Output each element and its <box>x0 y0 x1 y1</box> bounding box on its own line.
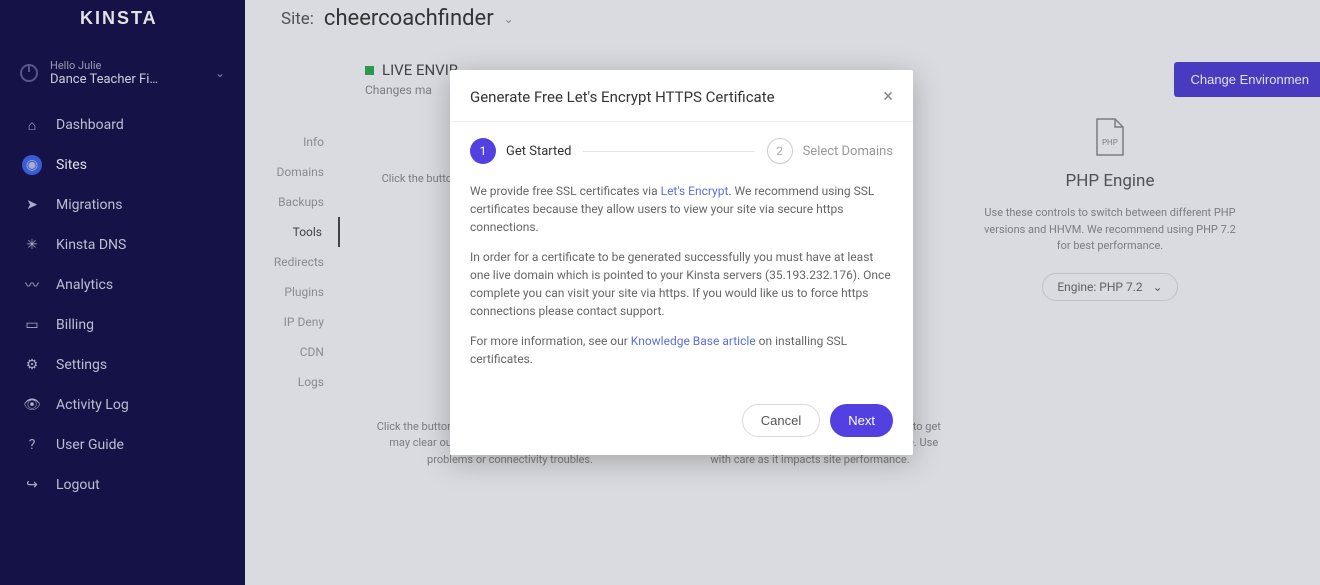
modal-paragraph-3: For more information, see our Knowledge … <box>470 332 893 368</box>
cancel-button[interactable]: Cancel <box>742 404 820 437</box>
lets-encrypt-link[interactable]: Let's Encrypt <box>661 184 729 198</box>
next-button[interactable]: Next <box>830 404 893 437</box>
modal-paragraph-2: In order for a certificate to be generat… <box>470 248 893 320</box>
step-divider <box>583 151 754 152</box>
modal-title: Generate Free Let's Encrypt HTTPS Certif… <box>470 88 775 106</box>
ssl-modal: Generate Free Let's Encrypt HTTPS Certif… <box>450 70 913 455</box>
step-1: 1 Get Started <box>470 138 571 164</box>
close-icon[interactable]: × <box>883 86 893 107</box>
modal-body: We provide free SSL certificates via Let… <box>450 178 913 394</box>
modal-paragraph-1: We provide free SSL certificates via Let… <box>470 182 893 236</box>
kb-article-link[interactable]: Knowledge Base article <box>631 334 756 348</box>
step-indicator: 1 Get Started 2 Select Domains <box>450 122 913 178</box>
step-2: 2 Select Domains <box>767 138 893 164</box>
